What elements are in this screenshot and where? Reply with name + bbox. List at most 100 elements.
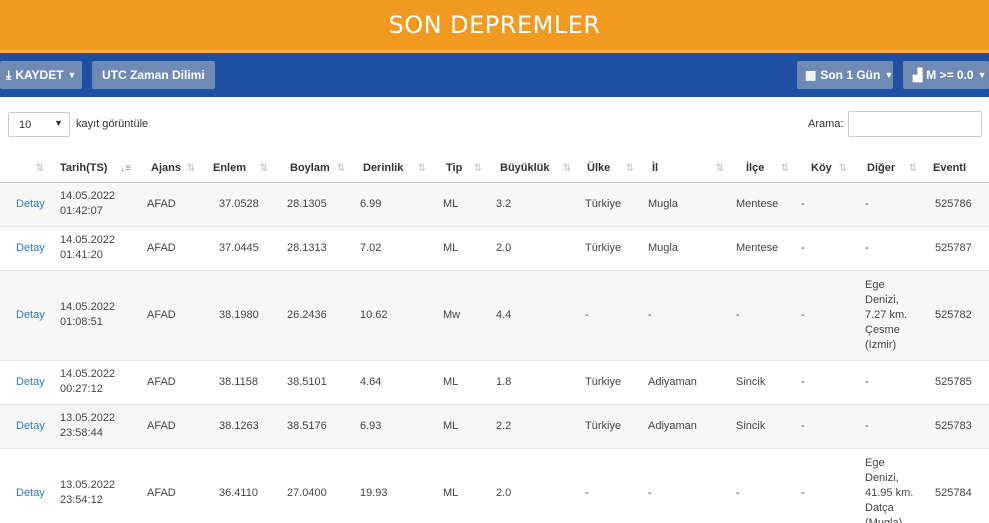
magnitude-label: M >= 0.0 xyxy=(926,68,974,82)
col-header-detail[interactable]: ⇅ xyxy=(0,155,52,183)
cell-longitude: 26.2436 xyxy=(276,270,353,361)
cell-type: ML xyxy=(434,182,490,227)
cell-depth: 19.93 xyxy=(353,448,434,523)
cell-magnitude: 3.2 xyxy=(490,182,579,227)
cell-province: Mugla xyxy=(642,226,732,271)
cell-other: - xyxy=(855,360,925,405)
other-text-line: - xyxy=(865,197,869,210)
save-label: KAYDET xyxy=(15,68,64,82)
table-controls: 10 ▼ kayıt görüntüle Arama: xyxy=(0,97,989,155)
cell-longitude: 28.1313 xyxy=(276,226,353,271)
chevron-down-icon: ▼ xyxy=(884,70,894,80)
detail-link[interactable]: Detay xyxy=(0,226,52,271)
cell-village: - xyxy=(797,360,855,405)
cell-country: Türkiye xyxy=(579,404,642,449)
time-text: 01:42:07 xyxy=(60,205,103,217)
sort-desc-icon: ↓≡ xyxy=(120,163,131,174)
page-length-label: kayıt görüntüle xyxy=(76,118,149,130)
cell-agency: AFAD xyxy=(139,404,203,449)
table-row: Detay 13.05.2022 23:54:12 AFAD 36.4110 27.040… xyxy=(0,448,989,523)
other-text-line: Denizi, xyxy=(865,293,899,306)
cell-district: - xyxy=(732,448,797,523)
cell-event-id: 525784 xyxy=(925,448,989,523)
cell-event-id: 525783 xyxy=(925,404,989,449)
page-length-value: 10 xyxy=(19,118,32,131)
cell-type: ML xyxy=(434,360,490,405)
col-header-agency[interactable]: Ajans ⇅ xyxy=(139,155,203,183)
table-row: Detay 14.05.2022 01:41:20 AFAD 37.0445 28.131… xyxy=(0,226,989,271)
table-row: Detay 13.05.2022 23:58:44 AFAD 38.1263 38.517… xyxy=(0,404,989,449)
cell-village: - xyxy=(797,448,855,523)
time-text: 01:41:20 xyxy=(60,249,103,261)
cell-agency: AFAD xyxy=(139,270,203,361)
col-header-event-id[interactable]: EventI xyxy=(925,155,989,183)
col-header-longitude[interactable]: Boylam ⇅ xyxy=(276,155,353,183)
date-text: 13.05.2022 xyxy=(60,412,116,424)
cell-district: - xyxy=(732,270,797,361)
col-header-date[interactable]: Tarih(TS) ↓≡ xyxy=(52,155,139,183)
detail-link[interactable]: Detay xyxy=(0,448,52,523)
time-text: 23:54:12 xyxy=(60,494,103,506)
cell-event-id: 525785 xyxy=(925,360,989,405)
other-text-line: (Izmir) xyxy=(865,338,897,351)
col-header-other[interactable]: Diğer ⇅ xyxy=(855,155,925,183)
cell-village: - xyxy=(797,270,855,361)
cell-type: ML xyxy=(434,404,490,449)
cell-longitude: 27.0400 xyxy=(276,448,353,523)
col-header-depth[interactable]: Derinlik ⇅ xyxy=(353,155,434,183)
cell-country: Türkiye xyxy=(579,182,642,227)
date-text: 14.05.2022 xyxy=(60,234,116,246)
cell-province: - xyxy=(642,270,732,361)
cell-longitude: 38.5176 xyxy=(276,404,353,449)
search-input[interactable] xyxy=(848,111,982,137)
search-label: Arama: xyxy=(808,118,844,130)
cell-country: Türkiye xyxy=(579,360,642,405)
col-header-province[interactable]: İl ⇅ xyxy=(642,155,732,183)
cell-date: 14.05.2022 01:42:07 xyxy=(52,182,139,227)
table-header-row: ⇅ Tarih(TS) ↓≡ Ajans ⇅ Enlem ⇅ Boylam ⇅ Deri… xyxy=(0,155,989,183)
sort-icon: ⇅ xyxy=(336,163,345,174)
other-text-line: - xyxy=(865,375,869,388)
cell-agency: AFAD xyxy=(139,182,203,227)
chevron-down-icon: ▼ xyxy=(54,118,63,128)
cell-magnitude: 2.2 xyxy=(490,404,579,449)
cell-latitude: 36.4110 xyxy=(203,448,276,523)
sort-icon: ⇅ xyxy=(908,163,917,174)
cell-agency: AFAD xyxy=(139,226,203,271)
col-header-latitude[interactable]: Enlem ⇅ xyxy=(203,155,276,183)
period-dropdown[interactable]: ▦ Son 1 Gün ▼ xyxy=(797,61,893,89)
detail-link[interactable]: Detay xyxy=(0,270,52,361)
detail-link[interactable]: Detay xyxy=(0,404,52,449)
chevron-down-icon: ▼ xyxy=(977,70,987,80)
cell-longitude: 28.1305 xyxy=(276,182,353,227)
detail-link[interactable]: Detay xyxy=(0,182,52,227)
cell-district: Sincik xyxy=(732,360,797,405)
col-header-magnitude[interactable]: Büyüklük ⇅ xyxy=(490,155,579,183)
cell-date: 13.05.2022 23:54:12 xyxy=(52,448,139,523)
signal-bars-icon: ▟ xyxy=(913,68,923,82)
cell-other: Ege Denizi, 41.95 km. Datça (Mugla) xyxy=(855,448,925,523)
magnitude-dropdown[interactable]: ▟ M >= 0.0 ▼ xyxy=(903,61,989,89)
save-button[interactable]: ⤓ KAYDET ▼ xyxy=(0,61,82,89)
date-text: 13.05.2022 xyxy=(60,479,116,491)
cell-event-id: 525787 xyxy=(925,226,989,271)
page-length-select[interactable]: 10 ▼ xyxy=(8,112,70,137)
col-header-village[interactable]: Köy ⇅ xyxy=(797,155,855,183)
time-text: 00:27:12 xyxy=(60,383,103,395)
utc-timezone-button[interactable]: UTC Zaman Dilimi xyxy=(92,61,215,89)
cell-depth: 7.02 xyxy=(353,226,434,271)
cell-agency: AFAD xyxy=(139,448,203,523)
table-row: Detay 14.05.2022 00:27:12 AFAD 38.1158 38.510… xyxy=(0,360,989,405)
date-text: 14.05.2022 xyxy=(60,301,116,313)
other-text-line: Çesme xyxy=(865,323,900,336)
col-header-country[interactable]: Ülke ⇅ xyxy=(579,155,642,183)
cell-province: Adiyaman xyxy=(642,404,732,449)
cell-depth: 6.93 xyxy=(353,404,434,449)
cell-agency: AFAD xyxy=(139,360,203,405)
col-header-district[interactable]: İlçe ⇅ xyxy=(732,155,797,183)
cell-depth: 10.62 xyxy=(353,270,434,361)
col-header-type[interactable]: Tip ⇅ xyxy=(434,155,490,183)
detail-link[interactable]: Detay xyxy=(0,360,52,405)
cell-type: ML xyxy=(434,226,490,271)
cell-date: 14.05.2022 01:08:51 xyxy=(52,270,139,361)
